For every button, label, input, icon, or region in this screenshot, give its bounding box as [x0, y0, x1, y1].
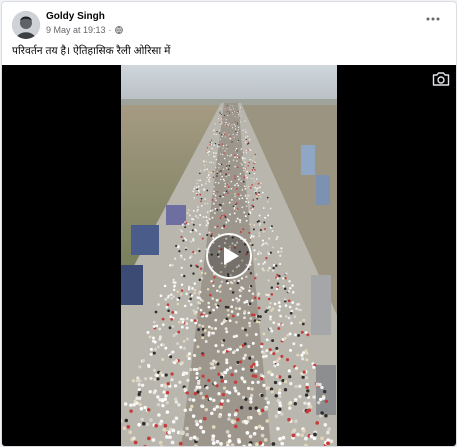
post-caption: परिवर्तन तय है। ऐतिहासिक रैली ओरिसा में: [12, 45, 171, 57]
meta-separator: ·: [108, 25, 112, 35]
post-header: Goldy Singh 9 May at 19:13 ·: [2, 2, 456, 40]
globe-icon: [114, 26, 123, 34]
post-meta: 9 May at 19:13 ·: [46, 25, 123, 35]
play-icon: [224, 247, 239, 265]
avatar[interactable]: [12, 11, 40, 39]
post-timestamp[interactable]: 9 May at 19:13: [46, 25, 106, 35]
play-button[interactable]: [206, 233, 252, 279]
post-card: Goldy Singh 9 May at 19:13 · परिवर्तन तय…: [1, 1, 457, 447]
camera-icon[interactable]: [432, 71, 450, 87]
video-player[interactable]: [2, 65, 456, 446]
more-options-icon[interactable]: [424, 12, 442, 26]
author-name[interactable]: Goldy Singh: [46, 11, 105, 22]
